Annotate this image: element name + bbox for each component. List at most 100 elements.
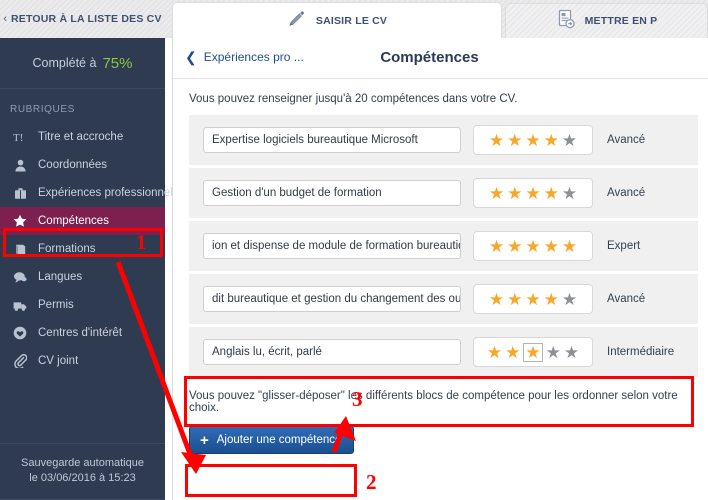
svg-text:T!: T! [13, 132, 23, 144]
sidebar: Complété à 75% RUBRIQUES T! Titre et acc… [0, 38, 188, 500]
rating-stars[interactable]: ★ ★ ★ ★ ★ [473, 231, 593, 261]
tab-saisir-le-cv-label: SAISIR LE CV [315, 15, 388, 27]
star-icon[interactable]: ★ [525, 238, 540, 255]
book-icon [10, 243, 30, 256]
completion-progress: Complété à 75% [0, 38, 165, 89]
autosave-info: Sauvegarde automatique le 03/06/2016 à 1… [0, 443, 165, 486]
star-icon[interactable]: ★ [489, 291, 504, 308]
star-icon[interactable]: ★ [546, 344, 561, 361]
annotation-number-3: 3 [352, 387, 363, 411]
top-bar: ‹ RETOUR À LA LISTE DES CV SAISIR LE CV … [0, 0, 708, 39]
star-icon[interactable]: ★ [489, 132, 504, 149]
star-icon[interactable]: ★ [507, 238, 522, 255]
competence-name-value: dit bureautique et gestion du changement… [212, 293, 460, 305]
star-icon[interactable]: ★ [507, 185, 522, 202]
sidebar-item-langues[interactable]: Langues [0, 263, 165, 291]
competence-level: Avancé [607, 293, 646, 305]
sidebar-item-centres-d-interet[interactable]: Centres d'intérêt [0, 319, 165, 347]
star-icon[interactable]: ★ [562, 238, 577, 255]
completion-value: 75% [102, 54, 133, 72]
competence-row-5[interactable]: Anglais lu, écrit, parlé ★ ★ ★ ★ ★ Inter… [189, 327, 698, 377]
sidebar-item-coordonnees[interactable]: Coordonnées [0, 151, 165, 179]
star-icon[interactable]: ★ [525, 132, 540, 149]
sidebar-item-cv-joint[interactable]: CV joint [0, 347, 165, 375]
annotation-number-1: 1 [136, 230, 147, 254]
sidebar-item-label: Expériences professionnelles [38, 187, 188, 199]
tab-mettre-en-page[interactable]: METTRE EN P [505, 3, 708, 38]
star-icon[interactable]: ★ [544, 185, 559, 202]
star-icon[interactable]: ★ [562, 132, 577, 149]
add-competence-label: Ajouter une compétence [216, 434, 342, 446]
rating-stars[interactable]: ★ ★ ★ ★ ★ [473, 284, 593, 314]
sidebar-item-label: Centres d'intérêt [38, 327, 123, 339]
plus-icon: + [200, 431, 209, 449]
competence-name-input[interactable]: ion et dispense de module de formation b… [203, 233, 461, 259]
back-to-cv-list-tab[interactable]: ‹ RETOUR À LA LISTE DES CV [0, 0, 165, 38]
competence-name-input[interactable]: Anglais lu, écrit, parlé [203, 339, 461, 365]
star-icon[interactable]: ★ [489, 238, 504, 255]
intro-text: Vous pouvez renseigner jusqu'à 20 compét… [189, 93, 518, 105]
heart-icon [10, 326, 30, 340]
star-icon[interactable]: ★ [544, 132, 559, 149]
sidebar-item-label: Langues [38, 271, 83, 283]
competence-level: Avancé [607, 187, 646, 199]
autosave-line-2: le 03/06/2016 à 15:23 [29, 472, 136, 484]
sidebar-item-label: Titre et accroche [38, 131, 124, 143]
competence-name-input[interactable]: Expertise logiciels bureautique Microsof… [203, 127, 461, 153]
competence-row[interactable]: ion et dispense de module de formation b… [189, 221, 698, 271]
page-title: Compétences [380, 49, 479, 66]
competence-row[interactable]: Expertise logiciels bureautique Microsof… [189, 115, 698, 165]
star-icon[interactable]: ★ [544, 238, 559, 255]
star-icon-selected[interactable]: ★ [523, 342, 543, 362]
sidebar-section-title: RUBRIQUES [10, 104, 75, 115]
autosave-line-1: Sauvegarde automatique [21, 457, 144, 469]
star-icon[interactable]: ★ [505, 344, 520, 361]
annotation-number-2: 2 [366, 470, 377, 494]
paperclip-icon [10, 354, 30, 368]
star-icon[interactable]: ★ [489, 185, 504, 202]
add-competence-button[interactable]: + Ajouter une compétence [189, 426, 354, 454]
document-export-icon [556, 9, 576, 34]
star-icon[interactable]: ★ [507, 291, 522, 308]
sidebar-item-label: CV joint [38, 355, 79, 367]
tab-saisir-le-cv[interactable]: SAISIR LE CV [172, 2, 502, 39]
star-icon[interactable]: ★ [564, 344, 579, 361]
competence-level: Expert [607, 240, 641, 252]
star-icon[interactable]: ★ [562, 291, 577, 308]
competence-name-input[interactable]: dit bureautique et gestion du changement… [203, 286, 461, 312]
drag-and-drop-note: Vous pouvez "glisser-déposer" les différ… [189, 390, 678, 414]
speech-bubble-icon [10, 271, 30, 284]
tab-mettre-en-page-label: METTRE EN P [584, 15, 658, 27]
sidebar-item-label: Compétences [38, 215, 109, 227]
star-icon[interactable]: ★ [562, 185, 577, 202]
competence-name-input[interactable]: Gestion d'un budget de formation [203, 180, 461, 206]
competence-level: Avancé [607, 134, 646, 146]
competences-list: Expertise logiciels bureautique Microsof… [173, 115, 708, 377]
chevron-left-icon: ‹ [3, 12, 7, 25]
competence-row[interactable]: Gestion d'un budget de formation ★ ★ ★ ★… [189, 168, 698, 218]
back-to-cv-list-label: RETOUR À LA LISTE DES CV [11, 13, 162, 25]
rating-stars[interactable]: ★ ★ ★ ★ ★ [473, 178, 593, 208]
sidebar-item-experiences-professionnelles[interactable]: Expériences professionnelles [0, 179, 188, 207]
main-panel: ❮ Expériences pro ... Compétences Vous p… [172, 38, 708, 500]
competence-level: Intermédiaire [607, 346, 675, 358]
pencil-icon [287, 9, 307, 34]
star-icon[interactable]: ★ [507, 132, 522, 149]
sidebar-item-permis[interactable]: Permis [0, 291, 165, 319]
rating-stars[interactable]: ★ ★ ★ ★ ★ [473, 337, 593, 367]
star-icon [10, 214, 30, 228]
rating-stars[interactable]: ★ ★ ★ ★ ★ [473, 125, 593, 155]
sidebar-item-label: Formations [38, 243, 96, 255]
sidebar-item-titre-et-accroche[interactable]: T! Titre et accroche [0, 123, 165, 151]
person-icon [10, 159, 30, 172]
star-icon[interactable]: ★ [544, 291, 559, 308]
panel-header: ❮ Expériences pro ... Compétences [173, 38, 708, 79]
star-icon[interactable]: ★ [525, 185, 540, 202]
completion-label: Complété à [32, 56, 97, 70]
star-icon[interactable]: ★ [525, 291, 540, 308]
sidebar-item-label: Coordonnées [38, 159, 108, 171]
competence-row[interactable]: dit bureautique et gestion du changement… [189, 274, 698, 324]
text-title-icon: T! [10, 131, 30, 144]
competence-name-value: Expertise logiciels bureautique Microsof… [212, 134, 418, 146]
star-icon[interactable]: ★ [487, 344, 502, 361]
